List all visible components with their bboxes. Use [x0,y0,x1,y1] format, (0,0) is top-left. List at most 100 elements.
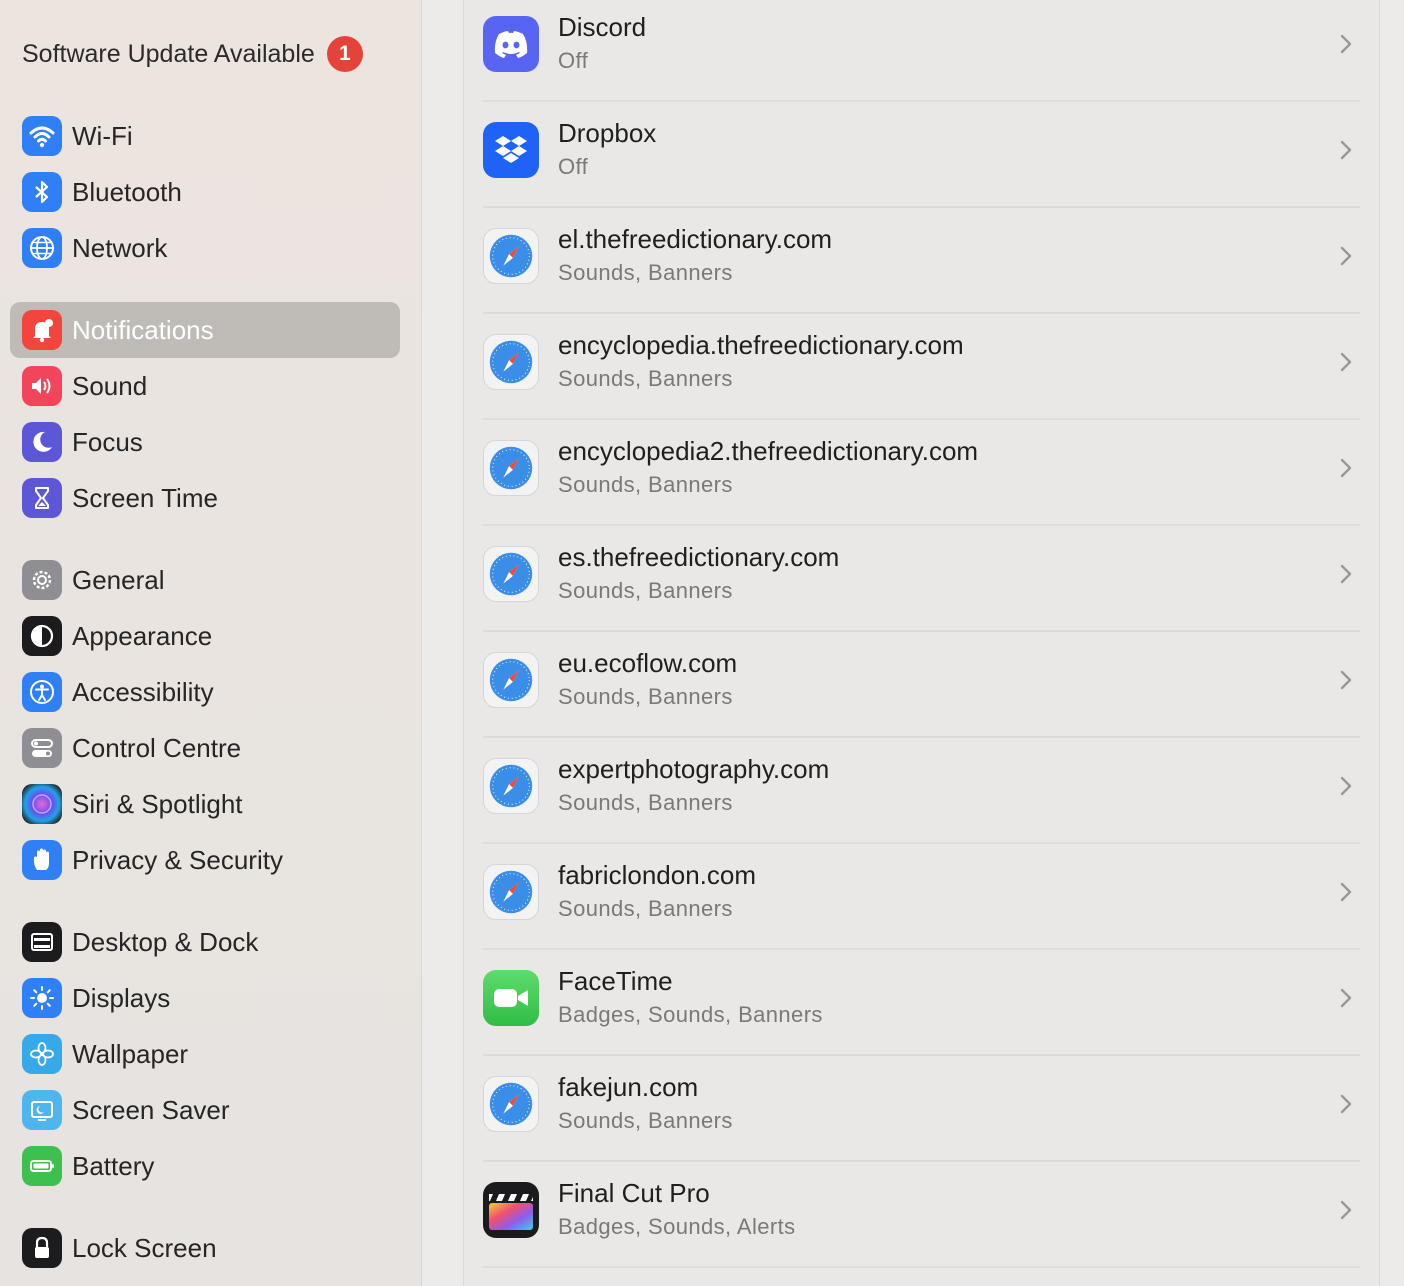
sidebar-item-label: Privacy & Security [72,844,283,875]
sidebar-item-label: Accessibility [72,676,214,707]
sidebar-item-label: General [72,564,165,595]
chevron-right-icon [1340,670,1352,690]
sidebar-item-label: Wi-Fi [72,120,133,151]
chevron-right-icon [1340,458,1352,478]
sidebar-item-displays[interactable]: Displays [10,970,400,1026]
app-row-website[interactable]: es.thefreedictionary.com Sounds, Banners [483,526,1360,632]
sidebar-item-label: Siri & Spotlight [72,788,243,819]
sidebar-item-control-centre[interactable]: Control Centre [10,720,400,776]
sidebar-item-siri-spotlight[interactable]: Siri & Spotlight [10,776,400,832]
sidebar-item-label: Battery [72,1150,155,1181]
app-row-website[interactable]: encyclopedia2.thefreedictionary.com Soun… [483,420,1360,526]
globe-icon [22,228,62,268]
sidebar-item-label: Desktop & Dock [72,926,259,957]
app-name: encyclopedia.thefreedictionary.com [558,330,964,360]
chevron-right-icon [1340,1200,1352,1220]
moon-icon [22,422,62,462]
app-name: Final Cut Pro [558,1178,710,1208]
sidebar-item-privacy-security[interactable]: Privacy & Security [10,832,400,888]
control-centre-icon [22,728,62,768]
sidebar-item-label: Network [72,232,168,263]
speaker-icon [22,366,62,406]
app-name: es.thefreedictionary.com [558,542,840,572]
bluetooth-icon [22,172,62,212]
sidebar-item-battery[interactable]: Battery [10,1138,400,1194]
chevron-right-icon [1340,882,1352,902]
app-notification-summary: Sounds, Banners [558,684,733,709]
app-name: encyclopedia2.thefreedictionary.com [558,436,979,466]
sidebar-item-general[interactable]: General [10,552,400,608]
dock-icon [22,922,62,962]
app-notification-summary: Off [558,48,589,73]
sidebar-item-appearance[interactable]: Appearance [10,608,400,664]
sidebar-item-lock-screen[interactable]: Lock Screen [10,1220,400,1276]
app-row-website[interactable]: fakejun.com Sounds, Banners [483,1056,1360,1162]
sidebar-item-label: Displays [72,982,171,1013]
sidebar-item-label: Lock Screen [72,1232,217,1263]
app-notification-summary: Off [558,154,589,179]
app-row-website[interactable]: encyclopedia.thefreedictionary.com Sound… [483,314,1360,420]
sidebar-item-label: Sound [72,370,148,401]
chevron-right-icon [1340,988,1352,1008]
app-row-dropbox[interactable]: Dropbox Off [483,102,1360,208]
sidebar-item-wallpaper[interactable]: Wallpaper [10,1026,400,1082]
sidebar-item-sound[interactable]: Sound [10,358,400,414]
app-name: FaceTime [558,966,673,996]
app-row-website[interactable]: fabriclondon.com Sounds, Banners [483,844,1360,950]
app-name: fakejun.com [558,1072,699,1102]
sidebar-item-accessibility[interactable]: Accessibility [10,664,400,720]
accessibility-icon [22,672,62,712]
app-notification-summary: Sounds, Banners [558,366,733,391]
chevron-right-icon [1340,564,1352,584]
wifi-icon [22,116,62,156]
software-update-row[interactable]: Software Update Available 1 [22,34,363,74]
chevron-right-icon [1340,776,1352,796]
row-divider [483,1266,1360,1268]
app-name: Dropbox [558,118,657,148]
siri-icon [22,784,62,824]
app-name: el.thefreedictionary.com [558,224,833,254]
sidebar-item-label: Appearance [72,620,213,651]
app-notification-summary: Badges, Sounds, Alerts [558,1214,796,1239]
sidebar-item-bluetooth[interactable]: Bluetooth [10,164,400,220]
sidebar-item-notifications[interactable]: Notifications [10,302,400,358]
sidebar-item-desktop-dock[interactable]: Desktop & Dock [10,914,400,970]
app-row-website[interactable]: el.thefreedictionary.com Sounds, Banners [483,208,1360,314]
app-row-website[interactable]: expertphotography.com Sounds, Banners [483,738,1360,844]
app-notification-summary: Sounds, Banners [558,260,733,285]
app-notification-summary: Sounds, Banners [558,578,733,603]
app-name: expertphotography.com [558,754,830,784]
flower-icon [22,1034,62,1074]
sidebar-item-wifi[interactable]: Wi-Fi [10,108,400,164]
safari-icon [483,546,539,602]
sidebar-item-focus[interactable]: Focus [10,414,400,470]
chevron-right-icon [1340,1094,1352,1114]
hourglass-icon [22,478,62,518]
safari-icon [483,758,539,814]
safari-icon [483,864,539,920]
sidebar-item-label: Screen Time [72,482,218,513]
app-name: eu.ecoflow.com [558,648,738,678]
sun-icon [22,978,62,1018]
app-row-discord[interactable]: Discord Off [483,0,1360,102]
sidebar-item-label: Bluetooth [72,176,182,207]
chevron-right-icon [1340,246,1352,266]
sidebar-item-screen-time[interactable]: Screen Time [10,470,400,526]
sidebar-item-label: Focus [72,426,143,457]
battery-icon [22,1146,62,1186]
app-row-final-cut-pro[interactable]: Final Cut Pro Badges, Sounds, Alerts [483,1162,1360,1268]
app-row-website[interactable]: eu.ecoflow.com Sounds, Banners [483,632,1360,738]
sidebar-item-network[interactable]: Network [10,220,400,276]
app-notification-summary: Badges, Sounds, Banners [558,1002,823,1027]
discord-icon [483,16,539,72]
app-row-facetime[interactable]: FaceTime Badges, Sounds, Banners [483,950,1360,1056]
chevron-right-icon [1340,34,1352,54]
screen-saver-icon [22,1090,62,1130]
facetime-icon [483,970,539,1026]
sidebar-item-label: Screen Saver [72,1094,230,1125]
sidebar-item-screen-saver[interactable]: Screen Saver [10,1082,400,1138]
app-notification-summary: Sounds, Banners [558,896,733,921]
final-cut-pro-icon [483,1182,539,1238]
safari-icon [483,1076,539,1132]
gear-icon [22,560,62,600]
